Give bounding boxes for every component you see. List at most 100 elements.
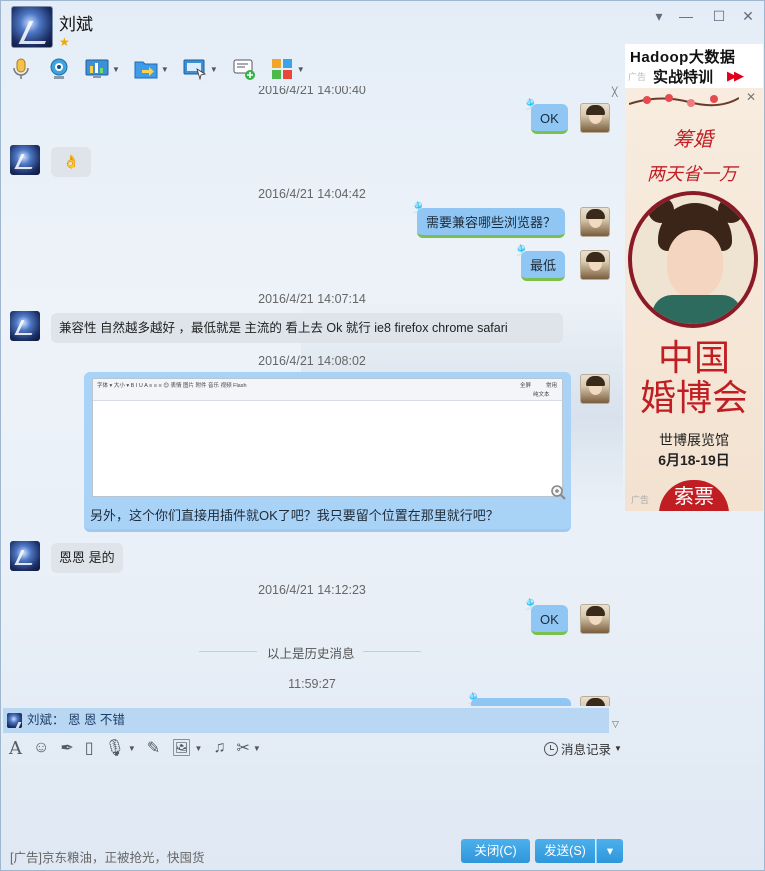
blossom-branch-icon <box>629 94 739 107</box>
editor-fullscreen: 全屏 <box>520 383 532 389</box>
top-ad-banner[interactable]: Hadoop大数据 广告 实战特训 ▶▶ <box>625 44 763 88</box>
timestamp: 2016/4/21 14:00:40 <box>258 86 366 97</box>
close-button[interactable]: ✕ <box>739 8 757 25</box>
scroll-down-arrow[interactable]: ▽ <box>612 719 619 730</box>
minimize-button[interactable]: — <box>677 8 695 24</box>
contact-avatar-small[interactable] <box>10 145 40 175</box>
timestamp: 2016/4/21 14:08:02 <box>258 354 366 368</box>
emoji-icon[interactable]: ☺ <box>33 739 49 757</box>
folder-arrow-icon <box>134 61 158 79</box>
message-input[interactable] <box>3 761 621 837</box>
contact-avatar[interactable] <box>11 6 53 48</box>
screenshot-image[interactable]: 字体 ▾ 大小 ▾ B I U A ≡ ≡ ≡ 😊 表情 图片 附件 音乐 视频… <box>92 378 566 500</box>
contact-avatar-small[interactable] <box>10 541 40 571</box>
voice-call-button[interactable] <box>9 57 33 81</box>
music-icon[interactable]: ♫ <box>213 739 225 757</box>
send-options-button[interactable]: ▾ <box>596 839 623 863</box>
my-avatar[interactable] <box>580 374 610 404</box>
ad-title: 中国 婚博会 <box>625 339 763 419</box>
scissors-icon[interactable]: ✂ ▼ <box>236 738 260 758</box>
chevron-down-icon[interactable]: ▼ <box>128 744 136 753</box>
screen-share-button[interactable]: ▼ <box>85 57 120 81</box>
send-button[interactable]: 发送(S) <box>535 839 595 863</box>
shake-window-icon[interactable]: ▯ <box>85 738 94 758</box>
message-list[interactable]: 2016/4/21 14:00:40 🎐 OK 👌 2016/4/21 14:0… <box>1 86 623 706</box>
monitor-chart-icon <box>85 59 109 78</box>
image-message-caption: 另外，这个你们直接用插件就OK了吧？我只要留个位置在那里就行吧？ <box>90 508 499 523</box>
bottom-ad-text[interactable]: [广告]京东粮油，正被抢光，快囤货 <box>10 847 204 866</box>
chevron-down-icon[interactable]: ▼ <box>297 65 305 74</box>
video-call-button[interactable] <box>47 57 71 81</box>
file-transfer-button[interactable]: ▼ <box>134 57 169 81</box>
maximize-button[interactable]: ☐ <box>710 8 728 25</box>
robe <box>652 295 742 324</box>
side-ad-banner[interactable]: ✕ 筹婚 两天省一万 中国 婚博会 世博展览馆 6月18-19日 广告 索票 <box>625 88 763 511</box>
message-bubble-in[interactable]: 恩恩 是的 <box>51 543 123 573</box>
contact-name[interactable]: 刘斌 <box>59 10 93 35</box>
chevron-down-icon[interactable]: ▼ <box>253 744 261 753</box>
my-avatar[interactable] <box>580 604 610 634</box>
editor-toolbar-preview: 字体 ▾ 大小 ▾ B I U A ≡ ≡ ≡ 😊 表情 图片 附件 音乐 视频… <box>93 379 562 401</box>
zoom-in-icon[interactable] <box>550 484 566 500</box>
message-history-label: 消息记录 <box>561 743 612 757</box>
editor-toolbar-row: 字体 ▾ 大小 ▾ B I U A ≡ ≡ ≡ 😊 表情 图片 附件 音乐 视频… <box>97 383 247 389</box>
remote-desktop-button[interactable]: ▼ <box>183 57 218 81</box>
ad-portrait <box>628 191 758 328</box>
font-icon[interactable]: A <box>9 738 22 759</box>
microphone-icon <box>13 58 29 79</box>
ad-close-icon[interactable]: ✕ <box>746 90 756 104</box>
message-bubble-out-partial[interactable] <box>471 698 571 706</box>
new-message-notice[interactable]: 刘斌： 恩 恩 不错 <box>3 708 609 733</box>
message-bubble-in[interactable]: 兼容性 自然越多越好 ，最低就是 主流的 看上去 Ok 就行 ie8 firef… <box>51 313 563 343</box>
my-avatar[interactable] <box>580 250 610 280</box>
magic-wand-icon[interactable]: ✒ <box>60 738 73 758</box>
message-bubble-in[interactable]: 👌 <box>51 147 92 177</box>
image-message-bubble[interactable]: 字体 ▾ 大小 ▾ B I U A ≡ ≡ ≡ 😊 表情 图片 附件 音乐 视频… <box>84 372 571 532</box>
double-arrow-icon: ▶▶ <box>727 68 744 83</box>
ad-headline-2: 两天省一万 <box>647 164 737 185</box>
timestamp: 2016/4/21 14:07:14 <box>258 292 366 306</box>
voice-message-icon[interactable]: 🎙 ▼ <box>105 738 136 758</box>
picture-icon[interactable]: 🖼 ▼ <box>171 738 202 758</box>
apps-button[interactable]: ▼ <box>270 57 305 81</box>
message-bubble-out[interactable]: OK <box>531 605 568 635</box>
message-bubble-out[interactable]: 需要兼容哪些浏览器？ <box>417 208 566 238</box>
my-avatar[interactable] <box>580 103 610 133</box>
editor-plaintext: 纯文本 <box>533 392 550 398</box>
timestamp: 2016/4/21 14:12:23 <box>258 583 366 597</box>
scroll-up-arrow[interactable]: ╳ <box>612 87 617 98</box>
ad-tag: 广告 <box>628 72 647 82</box>
star-icon: ★ <box>59 35 70 49</box>
ad-title-line1: 中国 <box>657 338 730 379</box>
chevron-down-icon[interactable]: ▼ <box>195 744 203 753</box>
add-member-button[interactable] <box>232 57 256 81</box>
input-toolbar: A ☺ ✒ ▯ 🎙 ▼ ✎ 🖼 ▼ ♫ ✂ ▼ <box>9 737 272 759</box>
message-bubble-out[interactable]: 最低 <box>521 251 566 281</box>
timestamp: 2016/4/21 14:04:42 <box>258 187 366 201</box>
my-avatar[interactable] <box>580 207 610 237</box>
chat-window: 刘斌 ★ ▾ — ☐ ✕ ▼ ▼ ▼ ▼ 2016/4/21 14:00:40 … <box>0 0 765 871</box>
ad-title-line2: 婚博会 <box>639 378 748 419</box>
ad-title: Hadoop大数据 <box>630 49 736 66</box>
chevron-down-icon[interactable]: ▼ <box>210 65 218 74</box>
message-history-button[interactable]: 消息记录 ▼ <box>544 739 622 758</box>
chevron-down-icon: ▼ <box>614 744 622 753</box>
chevron-down-icon[interactable]: ▼ <box>112 65 120 74</box>
notice-text: 刘斌： 恩 恩 不错 <box>27 713 125 727</box>
ad-date: 6月18-19日 <box>658 452 730 468</box>
close-chat-button[interactable]: 关闭(C) <box>461 839 530 863</box>
webcam-icon <box>50 58 68 79</box>
my-avatar[interactable] <box>580 696 610 706</box>
history-divider-label: 以上是历史消息 <box>267 647 355 661</box>
message-bubble-out[interactable]: OK <box>531 104 568 134</box>
minimize-arrow-button[interactable]: ▾ <box>650 8 668 25</box>
ad-subtitle: 实战特训 <box>653 69 714 86</box>
contact-avatar-small[interactable] <box>10 311 40 341</box>
ad-venue: 世博展览馆 <box>659 432 729 448</box>
ad-ticket-button[interactable]: 索票 <box>659 480 729 511</box>
chat-add-icon <box>233 59 255 80</box>
history-divider: 以上是历史消息 <box>199 643 623 661</box>
face <box>667 230 723 298</box>
edit-note-icon[interactable]: ✎ <box>147 738 160 758</box>
chevron-down-icon[interactable]: ▼ <box>161 65 169 74</box>
